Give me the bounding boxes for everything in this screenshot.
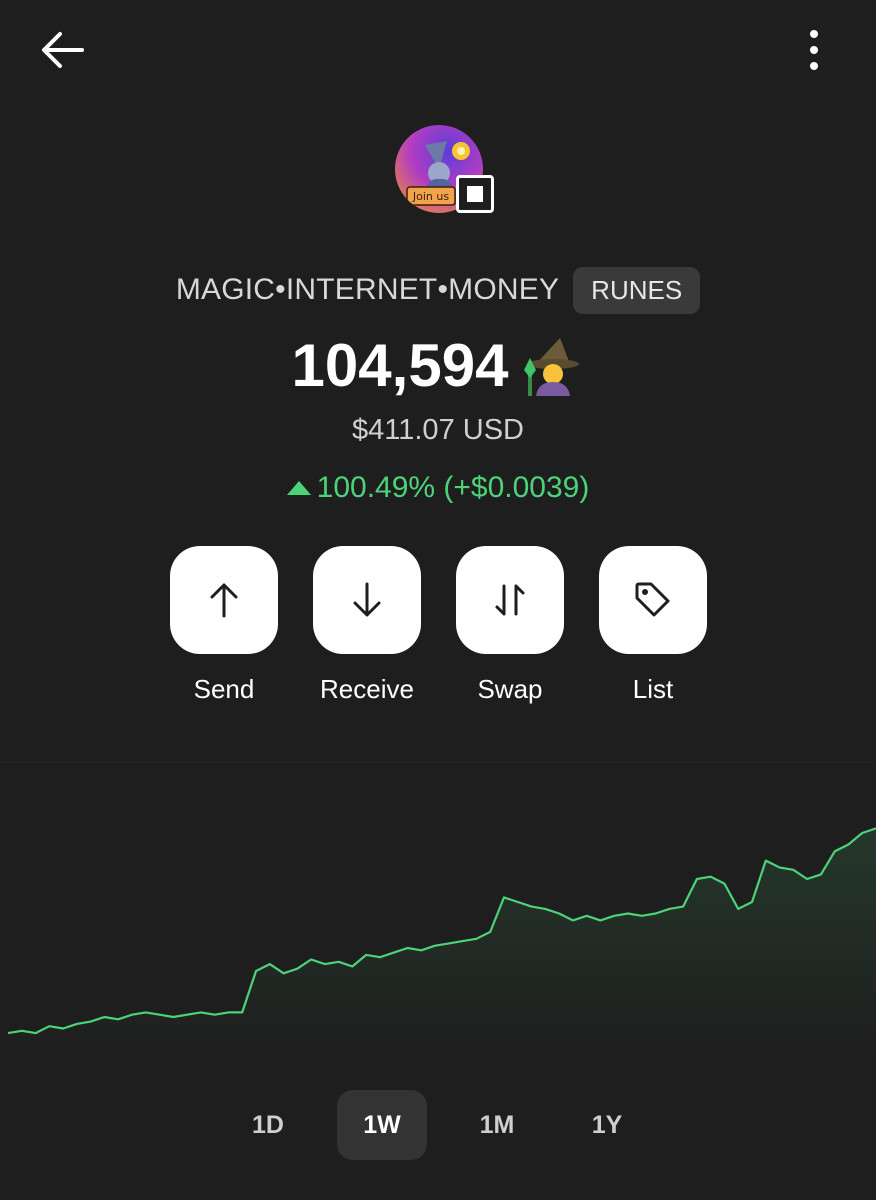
timeframe-1m[interactable]: 1M [452,1090,542,1160]
back-button[interactable] [38,28,86,72]
send-label: Send [193,674,255,704]
arrow-down-icon [353,582,381,617]
arrow-left-icon [42,32,84,68]
chain-badge [456,175,494,213]
top-bar [0,0,876,100]
swap-arrows-icon [495,584,525,616]
send-button[interactable]: Send [170,546,278,716]
list-button[interactable]: List [599,546,707,716]
price-chart[interactable] [0,740,876,1060]
swap-label: Swap [477,674,543,704]
tag-icon [635,582,670,617]
token-name: MAGIC•INTERNET•MONEY [175,273,560,306]
send-button-box[interactable] [170,546,278,654]
list-label: List [632,674,674,704]
receive-label: Receive [320,674,414,704]
list-button-box[interactable] [599,546,707,654]
token-balance: 104,594 [291,331,509,399]
receive-button[interactable]: Receive [313,546,421,716]
token-avatar-group: Join us [395,125,501,217]
svg-text:Join us: Join us [412,190,449,203]
triangle-up-icon [286,481,311,495]
bitcoin-ordinals-square-icon [467,186,483,202]
balance-row: 104,594 [0,330,876,400]
receive-button-box[interactable] [313,546,421,654]
price-chart-svg [0,761,876,1060]
timeframe-1d[interactable]: 1D [223,1090,313,1160]
price-change-text: 100.49% (+$0.0039) [316,471,590,504]
more-options-button[interactable] [796,26,832,74]
swap-button[interactable]: Swap [456,546,564,716]
timeframe-1y[interactable]: 1Y [562,1090,652,1160]
price-change: 100.49% (+$0.0039) [0,468,876,508]
arrow-up-icon [210,583,238,618]
swap-button-box[interactable] [456,546,564,654]
token-name-row: MAGIC•INTERNET•MONEY RUNES [0,265,876,315]
more-vertical-icon [810,30,818,70]
action-buttons: Send Receive Swap List [170,546,710,716]
usd-value: $411.07 USD [352,414,524,446]
wizard-emoji-icon [524,338,580,396]
timeframe-selector: 1D 1W 1M 1Y [0,1090,876,1160]
timeframe-1w[interactable]: 1W [337,1090,427,1160]
token-type-badge: RUNES [573,266,701,314]
